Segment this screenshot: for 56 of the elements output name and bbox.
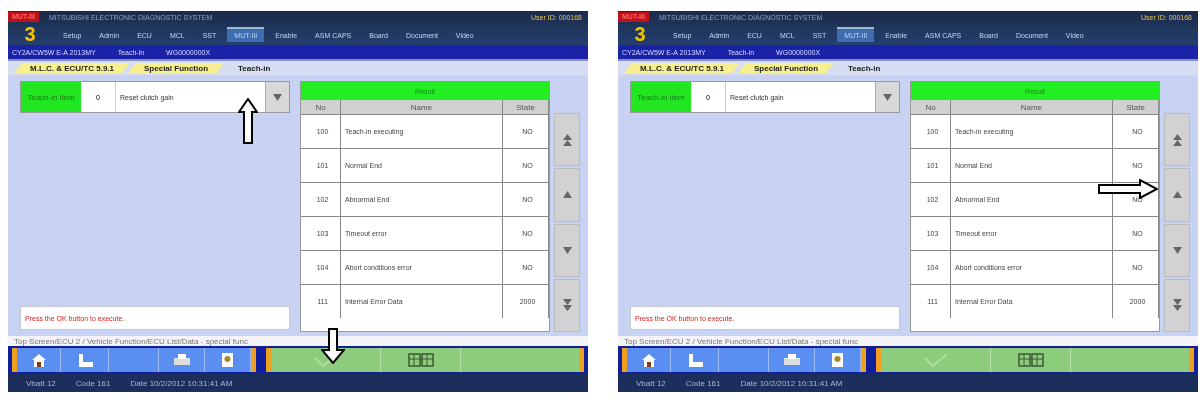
status-text: Date 10/2/2012 10:31:41 AM <box>130 378 233 388</box>
scroll-up-button[interactable] <box>554 168 580 222</box>
column-header: No <box>301 100 341 114</box>
double-up-icon <box>562 133 572 146</box>
up-icon <box>1172 191 1182 199</box>
dropdown-button[interactable] <box>265 82 289 112</box>
page-down-button[interactable] <box>554 278 580 332</box>
help-icon <box>832 353 843 367</box>
caret-icon <box>273 93 282 101</box>
check-icon <box>923 353 948 367</box>
printer-icon <box>173 353 190 367</box>
logo: 3 <box>23 24 37 44</box>
column-header: No <box>911 100 951 114</box>
help-icon <box>222 353 233 367</box>
status-text: Code 161 <box>75 378 111 388</box>
screen-path: Top Screen/ECU 2 / Vehicle Function/ECU List/Data - special func <box>618 336 1198 346</box>
scroll-down-button[interactable] <box>1164 223 1190 277</box>
column-header: Name <box>341 100 503 114</box>
double-up-icon <box>1172 133 1182 146</box>
status-text: Code 161 <box>685 378 721 388</box>
column-header: State <box>1113 100 1159 114</box>
status-text: Vbatt 12 <box>26 378 56 388</box>
arrow-icon <box>238 98 258 144</box>
breadcrumb-tab[interactable]: Teach-in <box>832 62 897 74</box>
column-header: State <box>503 100 549 114</box>
grid-icon <box>407 353 434 367</box>
item-label: Teach-in item <box>21 82 81 112</box>
screen-path: Top Screen/ECU 2 / Vehicle Function/ECU List/Data - special func <box>8 336 588 346</box>
status-text: Date 10/2/2012 10:31:41 AM <box>740 378 843 388</box>
page-down-button[interactable] <box>1164 278 1190 332</box>
double-down-icon <box>1172 299 1182 312</box>
dropdown-button[interactable] <box>875 82 899 112</box>
down-icon <box>562 246 572 254</box>
page-up-button[interactable] <box>554 113 580 167</box>
down-icon <box>1172 246 1182 254</box>
scroll-down-button[interactable] <box>554 223 580 277</box>
home-icon <box>641 353 656 367</box>
breadcrumb-tab[interactable]: Teach-in <box>222 62 287 74</box>
column-header: Name <box>951 100 1113 114</box>
breadcrumb-tab[interactable]: Special Function <box>128 62 225 74</box>
item-label: Teach-in item <box>631 82 691 112</box>
logo: 3 <box>633 24 647 44</box>
up-icon <box>562 191 572 199</box>
grid-icon <box>1017 353 1044 367</box>
caret-icon <box>883 93 892 101</box>
page-up-button[interactable] <box>1164 113 1190 167</box>
breadcrumb-tab[interactable]: M.L.C. & ECU/TC 5.9.1 <box>624 62 740 74</box>
status-text: Vbatt 12 <box>636 378 666 388</box>
return-icon <box>76 353 93 367</box>
return-icon <box>686 353 703 367</box>
home-icon <box>31 353 46 367</box>
breadcrumb-tab[interactable]: Special Function <box>738 62 835 74</box>
printer-icon <box>783 353 800 367</box>
scroll-up-button[interactable] <box>1164 168 1190 222</box>
double-down-icon <box>562 299 572 312</box>
breadcrumb-tab[interactable]: M.L.C. & ECU/TC 5.9.1 <box>14 62 130 74</box>
